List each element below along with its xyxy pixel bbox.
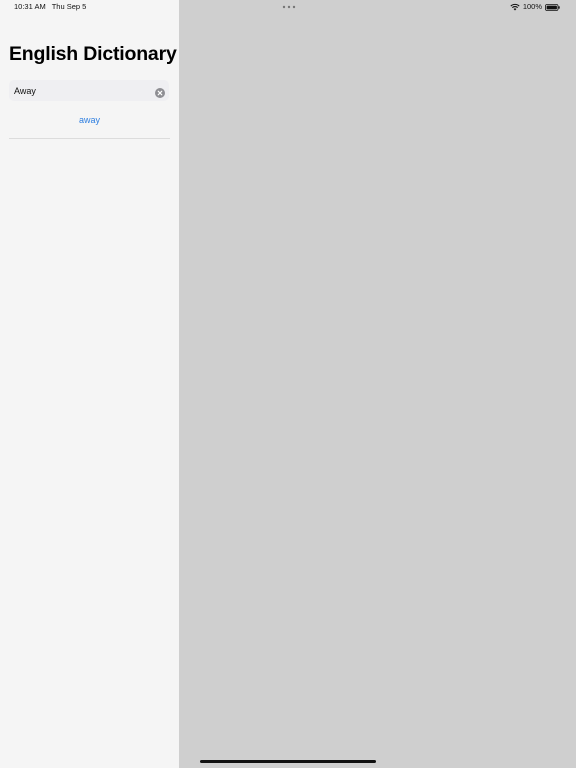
wifi-icon [510, 3, 520, 11]
result-divider [9, 138, 170, 139]
page-title: English Dictionary [9, 43, 177, 65]
battery-percentage: 100% [522, 2, 542, 11]
search-input[interactable] [14, 80, 149, 101]
detail-pane [179, 0, 576, 768]
status-time: 10:31 AM [14, 2, 46, 11]
home-indicator[interactable] [200, 760, 376, 763]
status-bar-right: 100% [510, 2, 560, 12]
sidebar: 10:31 AM Thu Sep 5 English Dictionary aw… [0, 0, 179, 768]
status-bar-left: 10:31 AM Thu Sep 5 [14, 2, 86, 12]
clear-circle-icon [155, 88, 165, 98]
battery-icon [545, 3, 560, 11]
status-date: Thu Sep 5 [51, 2, 87, 11]
more-dots-icon[interactable] [282, 5, 296, 9]
ipad-screen: 10:31 AM Thu Sep 5 English Dictionary aw… [0, 0, 576, 768]
result-item-away[interactable]: away [9, 110, 170, 130]
search-field[interactable] [9, 80, 169, 101]
clear-search-button[interactable] [155, 85, 165, 98]
